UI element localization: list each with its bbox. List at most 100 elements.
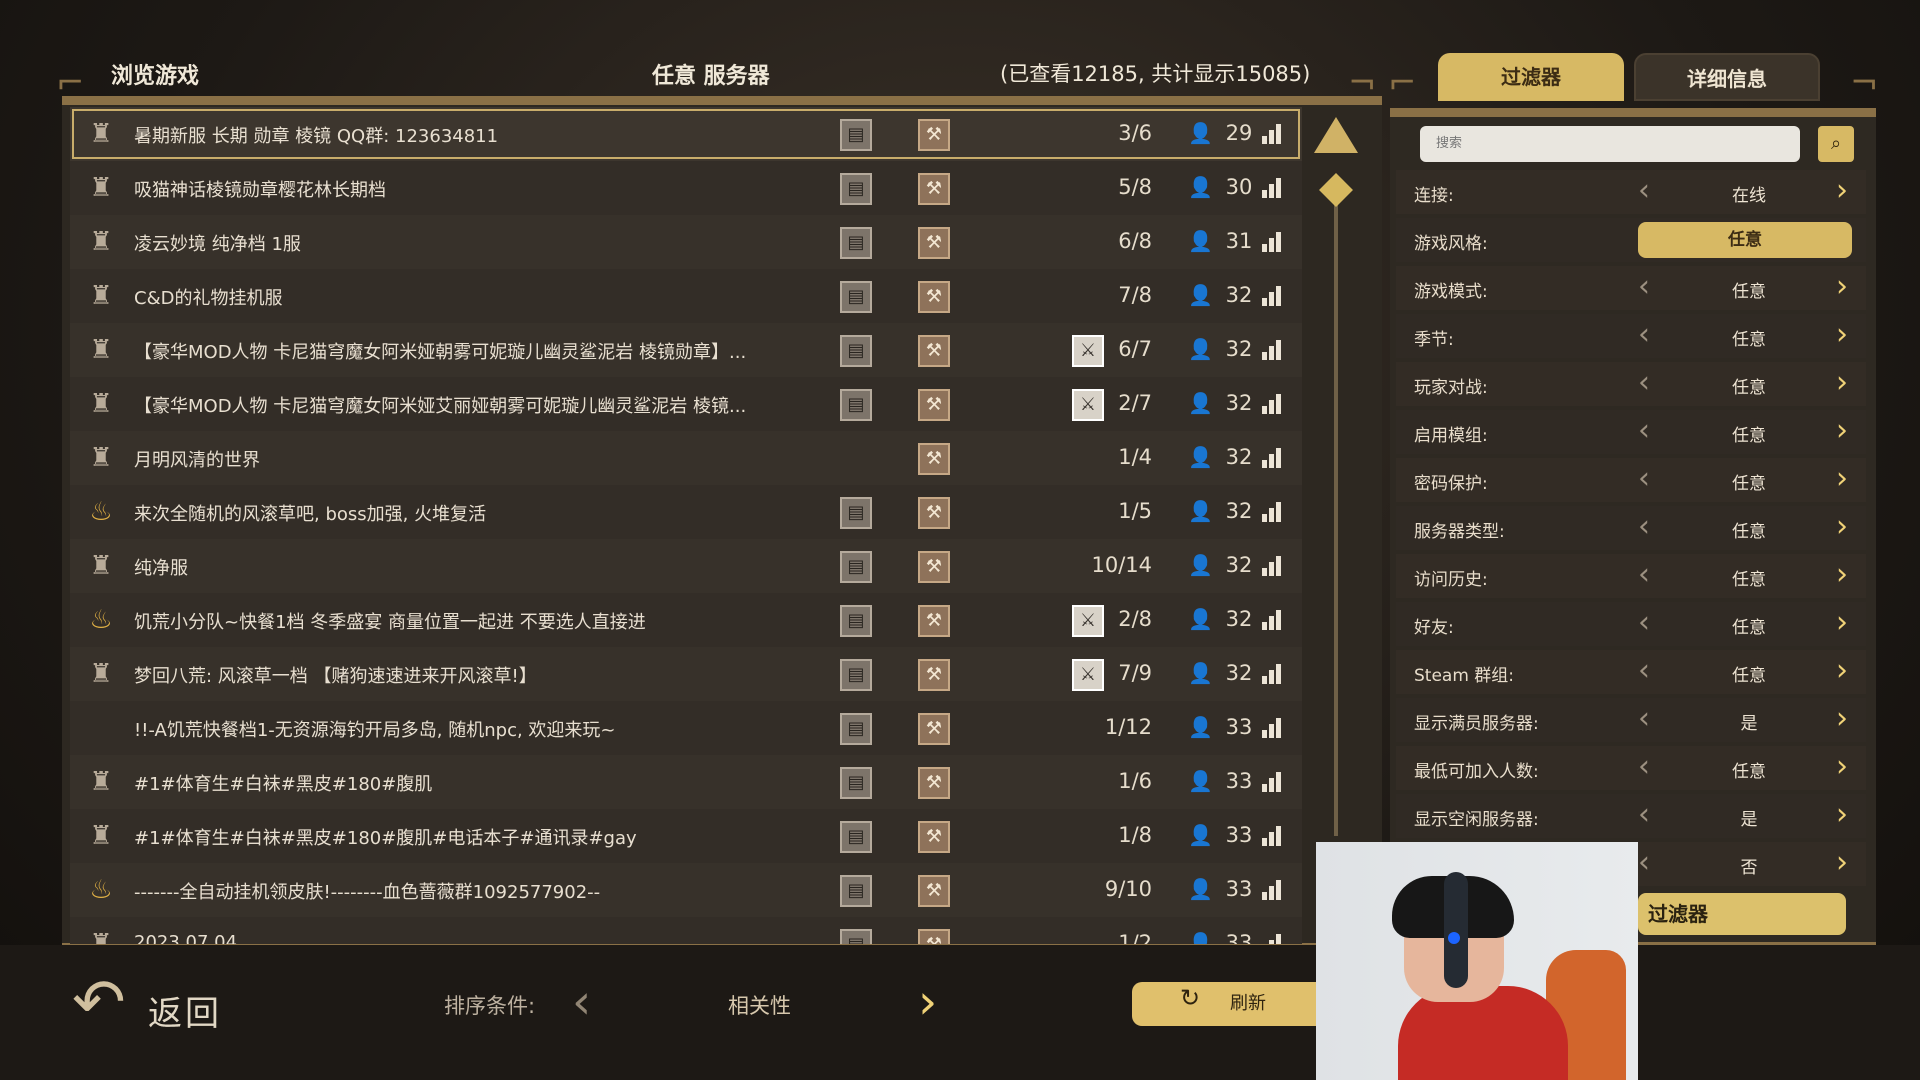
previous-option-arrow-icon[interactable]: ‹	[1638, 560, 1650, 590]
server-row[interactable]: ♜ 暑期新服 长期 勋章 棱镜 QQ群: 123634811 ▤ ⚒ 3/6 👤 29	[70, 107, 1302, 161]
next-option-arrow-icon[interactable]: ›	[1836, 704, 1848, 734]
server-row[interactable]: ♨ 来次全随机的风滚草吧, boss加强, 火堆复活 ▤ ⚒ 1/5 👤 32	[70, 485, 1302, 539]
webcam-headset-light	[1448, 932, 1460, 944]
server-row[interactable]: ♜ #1#体育生#白袜#黑皮#180#腹肌#电话本子#通讯录#gay ▤ ⚒ 1/8 👤 3…	[70, 809, 1302, 863]
pig-icon: ♜	[89, 929, 113, 944]
next-option-arrow-icon[interactable]: ›	[1836, 848, 1848, 878]
next-option-arrow-icon[interactable]: ›	[1836, 752, 1848, 782]
previous-option-arrow-icon[interactable]: ‹	[1638, 752, 1650, 782]
connection-signal-icon	[1262, 608, 1286, 630]
filter-row[interactable]: 季节: ‹ 任意 ›	[1396, 314, 1866, 358]
filter-row[interactable]: 玩家对战: ‹ 任意 ›	[1396, 362, 1866, 406]
filter-row[interactable]: 游戏风格: 任意	[1396, 218, 1866, 262]
player-icon: 👤	[1188, 877, 1213, 901]
previous-option-arrow-icon[interactable]: ‹	[1638, 464, 1650, 494]
server-row[interactable]: ♜ 纯净服 ▤ ⚒ 10/14 👤 32	[70, 539, 1302, 593]
server-list[interactable]: ♜ 暑期新服 长期 勋章 棱镜 QQ群: 123634811 ▤ ⚒ 3/6 👤 29 ♜ 吸猫…	[70, 107, 1302, 944]
filter-value[interactable]: 任意	[1664, 565, 1834, 590]
filter-value[interactable]: 任意	[1638, 222, 1852, 258]
filter-row[interactable]: 最低可加入人数: ‹ 任意 ›	[1396, 746, 1866, 790]
player-count: 10/14	[1091, 553, 1152, 577]
previous-option-arrow-icon[interactable]: ‹	[1638, 368, 1650, 398]
search-button[interactable]: ⌕	[1818, 126, 1854, 162]
next-option-arrow-icon[interactable]: ›	[1836, 272, 1848, 302]
server-row[interactable]: ♜ 【豪华MOD人物 卡尼猫穹魔女阿米娅艾丽娅朝雾可妮璇儿幽灵鲨泥岩 棱镜... ▤…	[70, 377, 1302, 431]
filter-value[interactable]: 任意	[1664, 757, 1834, 782]
next-option-arrow-icon[interactable]: ›	[1836, 608, 1848, 638]
search-input[interactable]: 搜索	[1420, 126, 1800, 162]
filter-row[interactable]: 启用模组: ‹ 任意 ›	[1396, 410, 1866, 454]
back-button[interactable]: 返回	[148, 986, 222, 1035]
server-row[interactable]: ♜ 月明风清的世界 ⚒ 1/4 👤 32	[70, 431, 1302, 485]
previous-option-arrow-icon[interactable]: ‹	[1638, 848, 1650, 878]
next-option-arrow-icon[interactable]: ›	[1836, 176, 1848, 206]
previous-option-arrow-icon[interactable]: ‹	[1638, 416, 1650, 446]
refresh-button[interactable]: 刷新	[1132, 982, 1342, 1026]
server-list-scrollbar[interactable]	[1334, 176, 1338, 836]
filter-button[interactable]: 过滤器	[1638, 893, 1846, 935]
filter-value[interactable]: 是	[1664, 709, 1834, 734]
next-option-arrow-icon[interactable]: ›	[1836, 800, 1848, 830]
server-row[interactable]: ♨ -------全自动挂机领皮肤!--------血色蔷薇群1092577902…	[70, 863, 1302, 917]
signal-bar	[1269, 670, 1274, 684]
previous-option-arrow-icon[interactable]: ‹	[1638, 800, 1650, 830]
sort-next-arrow-icon[interactable]: ›	[918, 978, 937, 1026]
filter-value[interactable]: 否	[1664, 853, 1834, 878]
server-name: -------全自动挂机领皮肤!--------血色蔷薇群1092577902-…	[134, 882, 601, 903]
filter-value[interactable]: 任意	[1664, 469, 1834, 494]
server-row[interactable]: ♨ 饥荒小分队~快餐1档 冬季盛宴 商量位置一起进 不要选人直接进 ▤ ⚒ ⚔ 2/8 👤 3…	[70, 593, 1302, 647]
tab-details[interactable]: 详细信息	[1634, 53, 1820, 101]
filter-row[interactable]: 好友: ‹ 任意 ›	[1396, 602, 1866, 646]
server-row[interactable]: ♜ 凌云妙境 纯净档 1服 ▤ ⚒ 6/8 👤 31	[70, 215, 1302, 269]
filter-value[interactable]: 任意	[1664, 373, 1834, 398]
server-row[interactable]: ♜ #1#体育生#白袜#黑皮#180#腹肌 ▤ ⚒ 1/6 👤 33	[70, 755, 1302, 809]
filter-row[interactable]: 访问历史: ‹ 任意 ›	[1396, 554, 1866, 598]
sort-previous-arrow-icon[interactable]: ‹	[572, 978, 591, 1026]
next-option-arrow-icon[interactable]: ›	[1836, 656, 1848, 686]
ping-value: 32	[1225, 337, 1253, 361]
previous-option-arrow-icon[interactable]: ‹	[1638, 320, 1650, 350]
mods-icon: ⚒	[918, 659, 950, 691]
server-row[interactable]: ♜ C&D的礼物挂机服 ▤ ⚒ 7/8 👤 32	[70, 269, 1302, 323]
filter-row[interactable]: 密码保护: ‹ 任意 ›	[1396, 458, 1866, 502]
previous-option-arrow-icon[interactable]: ‹	[1638, 656, 1650, 686]
filter-row[interactable]: Steam 群组: ‹ 任意 ›	[1396, 650, 1866, 694]
server-row[interactable]: ♜ 梦回八荒: 风滚草一档 【赌狗速速进来开风滚草!】 ▤ ⚒ ⚔ 7/9 👤 32	[70, 647, 1302, 701]
filter-row[interactable]: 显示满员服务器: ‹ 是 ›	[1396, 698, 1866, 742]
next-option-arrow-icon[interactable]: ›	[1836, 320, 1848, 350]
filter-row[interactable]: 游戏模式: ‹ 任意 ›	[1396, 266, 1866, 310]
next-option-arrow-icon[interactable]: ›	[1836, 416, 1848, 446]
server-row[interactable]: ♜ 【豪华MOD人物 卡尼猫穹魔女阿米娅朝雾可妮璇儿幽灵鲨泥岩 棱镜勋章】... ▤…	[70, 323, 1302, 377]
filter-row[interactable]: 服务器类型: ‹ 任意 ›	[1396, 506, 1866, 550]
previous-option-arrow-icon[interactable]: ‹	[1638, 176, 1650, 206]
next-option-arrow-icon[interactable]: ›	[1836, 464, 1848, 494]
signal-bar	[1276, 934, 1281, 944]
filter-row[interactable]: 连接: ‹ 在线 ›	[1396, 170, 1866, 214]
filter-value[interactable]: 是	[1664, 805, 1834, 830]
scroll-up-arrow-icon[interactable]	[1314, 117, 1358, 153]
signal-bar	[1262, 730, 1267, 738]
server-row[interactable]: ♜ 2023.07.04 ▤ ⚒ 1/2 👤 33	[70, 917, 1302, 944]
previous-option-arrow-icon[interactable]: ‹	[1638, 272, 1650, 302]
filter-row[interactable]: 显示空闲服务器: ‹ 是 ›	[1396, 794, 1866, 838]
filter-value[interactable]: 任意	[1664, 613, 1834, 638]
signal-bar	[1276, 502, 1281, 522]
next-option-arrow-icon[interactable]: ›	[1836, 560, 1848, 590]
filter-value[interactable]: 任意	[1664, 661, 1834, 686]
back-arrow-icon[interactable]: ↶	[72, 968, 142, 1038]
previous-option-arrow-icon[interactable]: ‹	[1638, 608, 1650, 638]
tab-filters[interactable]: 过滤器	[1438, 53, 1624, 101]
filter-value[interactable]: 任意	[1664, 325, 1834, 350]
filter-value[interactable]: 任意	[1664, 277, 1834, 302]
pig-icon: ♜	[89, 767, 113, 797]
next-option-arrow-icon[interactable]: ›	[1836, 512, 1848, 542]
next-option-arrow-icon[interactable]: ›	[1836, 368, 1848, 398]
filter-value[interactable]: 任意	[1664, 517, 1834, 542]
server-row[interactable]: !!-A饥荒快餐档1-无资源海钓开局多岛, 随机npc, 欢迎来玩~ ▤ ⚒ 1/12…	[70, 701, 1302, 755]
server-row[interactable]: ♜ 吸猫神话棱镜勋章樱花林长期档 ▤ ⚒ 5/8 👤 30	[70, 161, 1302, 215]
previous-option-arrow-icon[interactable]: ‹	[1638, 704, 1650, 734]
filter-value[interactable]: 在线	[1664, 181, 1834, 206]
filter-value[interactable]: 任意	[1664, 421, 1834, 446]
server-type-title: 任意 服务器	[652, 64, 770, 89]
previous-option-arrow-icon[interactable]: ‹	[1638, 512, 1650, 542]
